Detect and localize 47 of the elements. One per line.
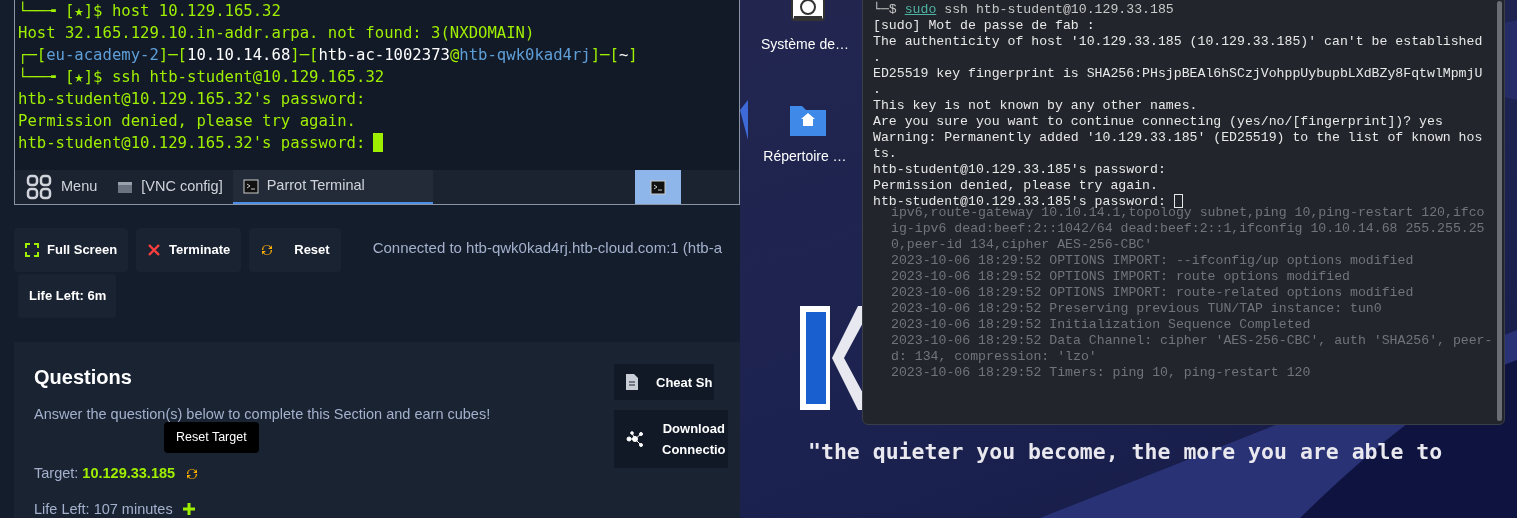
taskbar-item[interactable]: [VNC config] <box>107 170 233 204</box>
wallpaper-quote: "the quieter you become, the more you are able to <box>808 438 1443 466</box>
terminal-line: htb-student@10.129.33.185's password: <box>873 162 1167 178</box>
tooltip: Reset Target <box>164 422 259 453</box>
terminal-line: Are you sure you want to continue connecting (yes/no/[fingerprint])? yes <box>873 114 1444 130</box>
terminal-line: └──╼ [★]$ host 10.129.165.32 <box>18 0 282 22</box>
terminal-line: ts. <box>873 146 898 162</box>
log-line: 2023-10-06 18:29:52 Data Channel: cipher 'AES-256-CBC', auth 'SHA256', peer- <box>891 333 1493 349</box>
target-label: Target: 10.129.33.185 <box>34 463 176 483</box>
terminal-line: This key is not known by any other names. <box>873 98 1199 114</box>
section-description: Answer the question(s) below to complete this Section and earn cubes! <box>34 405 492 424</box>
terminal-line: htb-student@10.129.165.32's password: <box>18 133 366 154</box>
terminal-line: htb-student@10.129.165.32's password: <box>18 89 367 110</box>
toolbar-button[interactable]: Full Screen <box>14 228 129 272</box>
terminal-line: . <box>873 82 882 98</box>
toolbar-button[interactable]: Reset <box>249 228 341 272</box>
log-line: ig-ipv6 dead:beef:2::1042/64 dead:beef:2::1,ifconfig 10.10.14.68 255.255.25 <box>891 221 1486 237</box>
desktop-icon-label[interactable]: Système de… <box>750 34 860 55</box>
log-line: 0,peer-id 134,cipher AES-256-CBC' <box>891 237 1154 253</box>
section-title: Questions <box>34 365 132 390</box>
terminal-line: Permission denied, please try again. <box>873 178 1159 194</box>
terminal-line: Warning: Permanently added '10.129.33.185' (ED25519) to the list of known hos <box>873 130 1483 146</box>
log-line: 2023-10-06 18:29:52 Preserving previous TUN/TAP instance: tun0 <box>891 301 1383 317</box>
side-button[interactable]: Download Connectio <box>614 410 728 468</box>
desktop-icon-label[interactable]: Répertoire … <box>750 146 860 167</box>
terminal-line: The authenticity of host '10.129.33.185 (10.129.33.185)' can't be established <box>873 34 1483 50</box>
log-line: d: 134, compression: 'lzo' <box>891 349 1098 365</box>
log-line: 2023-10-06 18:29:52 OPTIONS IMPORT: route-related options modified <box>891 285 1415 301</box>
terminal-line: ┌─[eu-academy-2]─[10.10.14.68]─[htb-ac-1002373@htb-qwk0kad4rj]─[~] <box>18 45 639 66</box>
terminal-line: ED25519 key fingerprint is SHA256:PHsjpBEAl6hSCzjVohppUybupbLXdBZy8FqtwlMpmjU <box>873 66 1483 82</box>
terminal-line: └─$ sudo ssh htb-student@10.129.33.185 <box>873 2 1175 18</box>
log-line: 2023-10-06 18:29:52 OPTIONS IMPORT: route options modified <box>891 269 1351 285</box>
terminal-line: Permission denied, please try again. <box>18 111 357 132</box>
terminal-line: . <box>873 50 882 66</box>
side-button[interactable]: Cheat Sh <box>614 364 715 400</box>
life-left-text: Life Left: 107 minutes <box>34 499 173 518</box>
terminal-line: └──╼ [★]$ ssh htb-student@10.129.165.32 <box>18 66 386 88</box>
taskbar-item[interactable]: Parrot Terminal <box>232 170 433 204</box>
connection-status: Connected to htb-qwk0kad4rj.htb-cloud.com:1 (htb-a <box>372 237 723 258</box>
log-line: 2023-10-06 18:29:52 Initialization Sequence Completed <box>891 317 1312 333</box>
terminal-line: [sudo] Mot de passe de fab : <box>873 18 1096 34</box>
taskbar-item[interactable]: Menu <box>15 170 108 204</box>
terminal-line: Host 32.165.129.10.in-addr.arpa. not found: 3(NXDOMAIN) <box>18 23 536 44</box>
log-line: 2023-10-06 18:29:52 Timers: ping 10, ping-restart 120 <box>891 365 1312 381</box>
log-line: 2023-10-06 18:29:52 OPTIONS IMPORT: --ifconfig/up options modified <box>891 253 1415 269</box>
toolbar-button[interactable]: Terminate <box>136 228 242 272</box>
life-left-badge: Life Left: 6m <box>18 274 116 318</box>
